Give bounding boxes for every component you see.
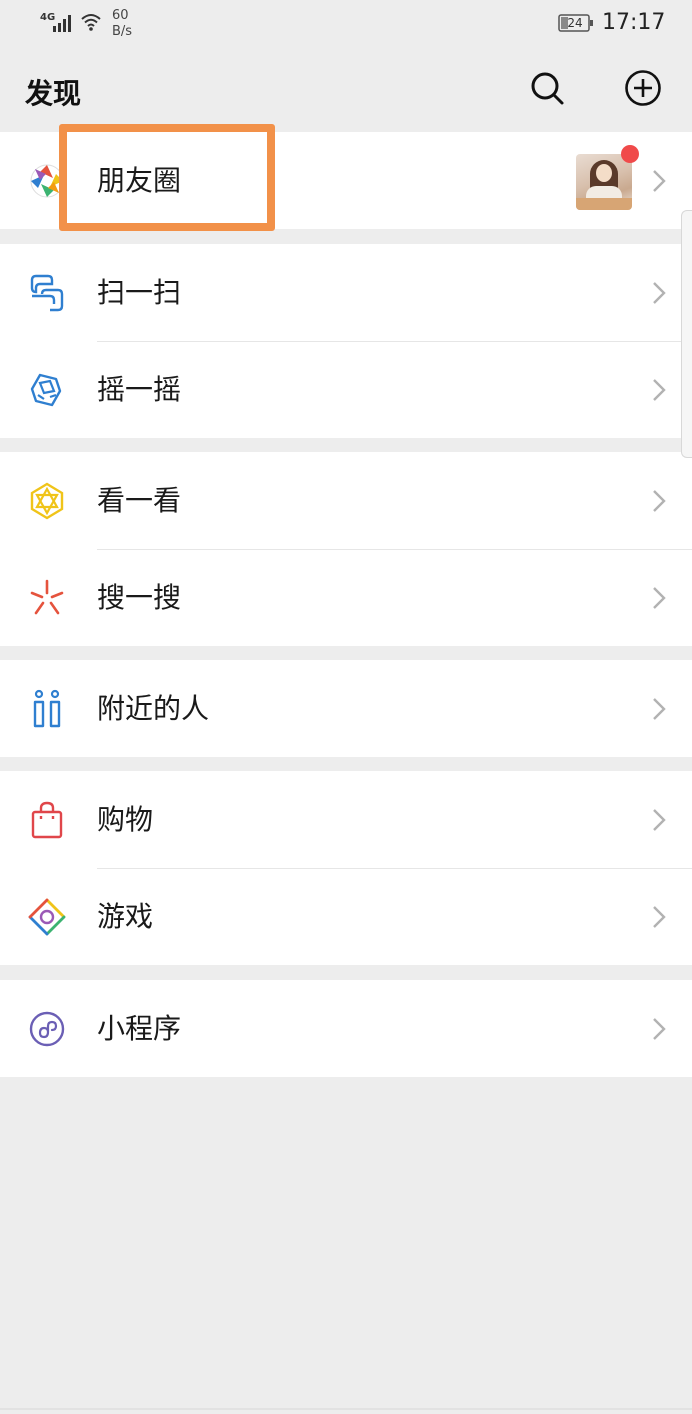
row-moments[interactable]: 朋友圈 [0,132,692,229]
battery-level: 24 [567,16,583,30]
row-label: 摇一摇 [97,373,182,406]
row-label: 小程序 [97,1012,182,1045]
add-button[interactable] [623,68,663,108]
moments-icon [30,164,64,198]
search-icon [531,72,564,105]
chevron-right-icon [653,490,666,512]
notification-dot [621,145,639,163]
row-label: 购物 [97,803,154,836]
bottom-divider [0,1408,692,1410]
moments-thumbnail [576,154,632,210]
search-button[interactable] [527,68,567,108]
scroll-handle[interactable] [681,210,692,458]
header: 发现 [0,50,692,130]
scan-icon [30,274,64,312]
chevron-right-icon [653,1018,666,1040]
top-stories-icon [30,482,64,520]
row-shopping[interactable]: 购物 [0,771,692,868]
row-label: 看一看 [97,484,182,517]
wifi-icon [81,14,101,31]
group-look-search: 看一看 搜一搜 [0,452,692,646]
row-label: 游戏 [97,900,154,933]
chevron-right-icon [653,379,666,401]
group-nearby: 附近的人 [0,660,692,757]
clock: 17:17 [602,10,666,35]
row-people-nearby[interactable]: 附近的人 [0,660,692,757]
chevron-right-icon [653,170,666,192]
row-label: 扫一扫 [97,276,182,309]
status-bar: 4G 60 B/s 24 17:17 [0,0,692,50]
row-label: 附近的人 [97,692,210,725]
page-title: 发现 [25,77,82,110]
group-mini-programs: 小程序 [0,980,692,1077]
group-moments: 朋友圈 [0,132,692,229]
search-search-icon [30,579,64,615]
mini-programs-icon [29,1011,65,1047]
row-label: 朋友圈 [97,164,182,197]
chevron-right-icon [653,698,666,720]
group-shopping-games: 购物 游戏 [0,771,692,965]
speed-value: 60 [112,8,129,23]
row-games[interactable]: 游戏 [0,868,692,965]
shake-icon [30,373,62,407]
row-label: 搜一搜 [97,581,182,614]
group-scan-shake: 扫一扫 摇一摇 [0,244,692,438]
chevron-right-icon [653,906,666,928]
plus-circle-icon [625,70,661,106]
speed-unit: B/s [112,24,133,39]
row-scan[interactable]: 扫一扫 [0,244,692,341]
row-shake[interactable]: 摇一摇 [0,341,692,438]
chevron-right-icon [653,809,666,831]
row-search[interactable]: 搜一搜 [0,549,692,646]
chevron-right-icon [653,282,666,304]
network-speed: 60 B/s [112,8,132,40]
people-nearby-icon [33,689,61,728]
shopping-bag-icon [31,801,63,839]
row-top-stories[interactable]: 看一看 [0,452,692,549]
row-mini-programs[interactable]: 小程序 [0,980,692,1077]
signal-icon [53,15,71,32]
games-icon [28,898,66,936]
chevron-right-icon [653,587,666,609]
